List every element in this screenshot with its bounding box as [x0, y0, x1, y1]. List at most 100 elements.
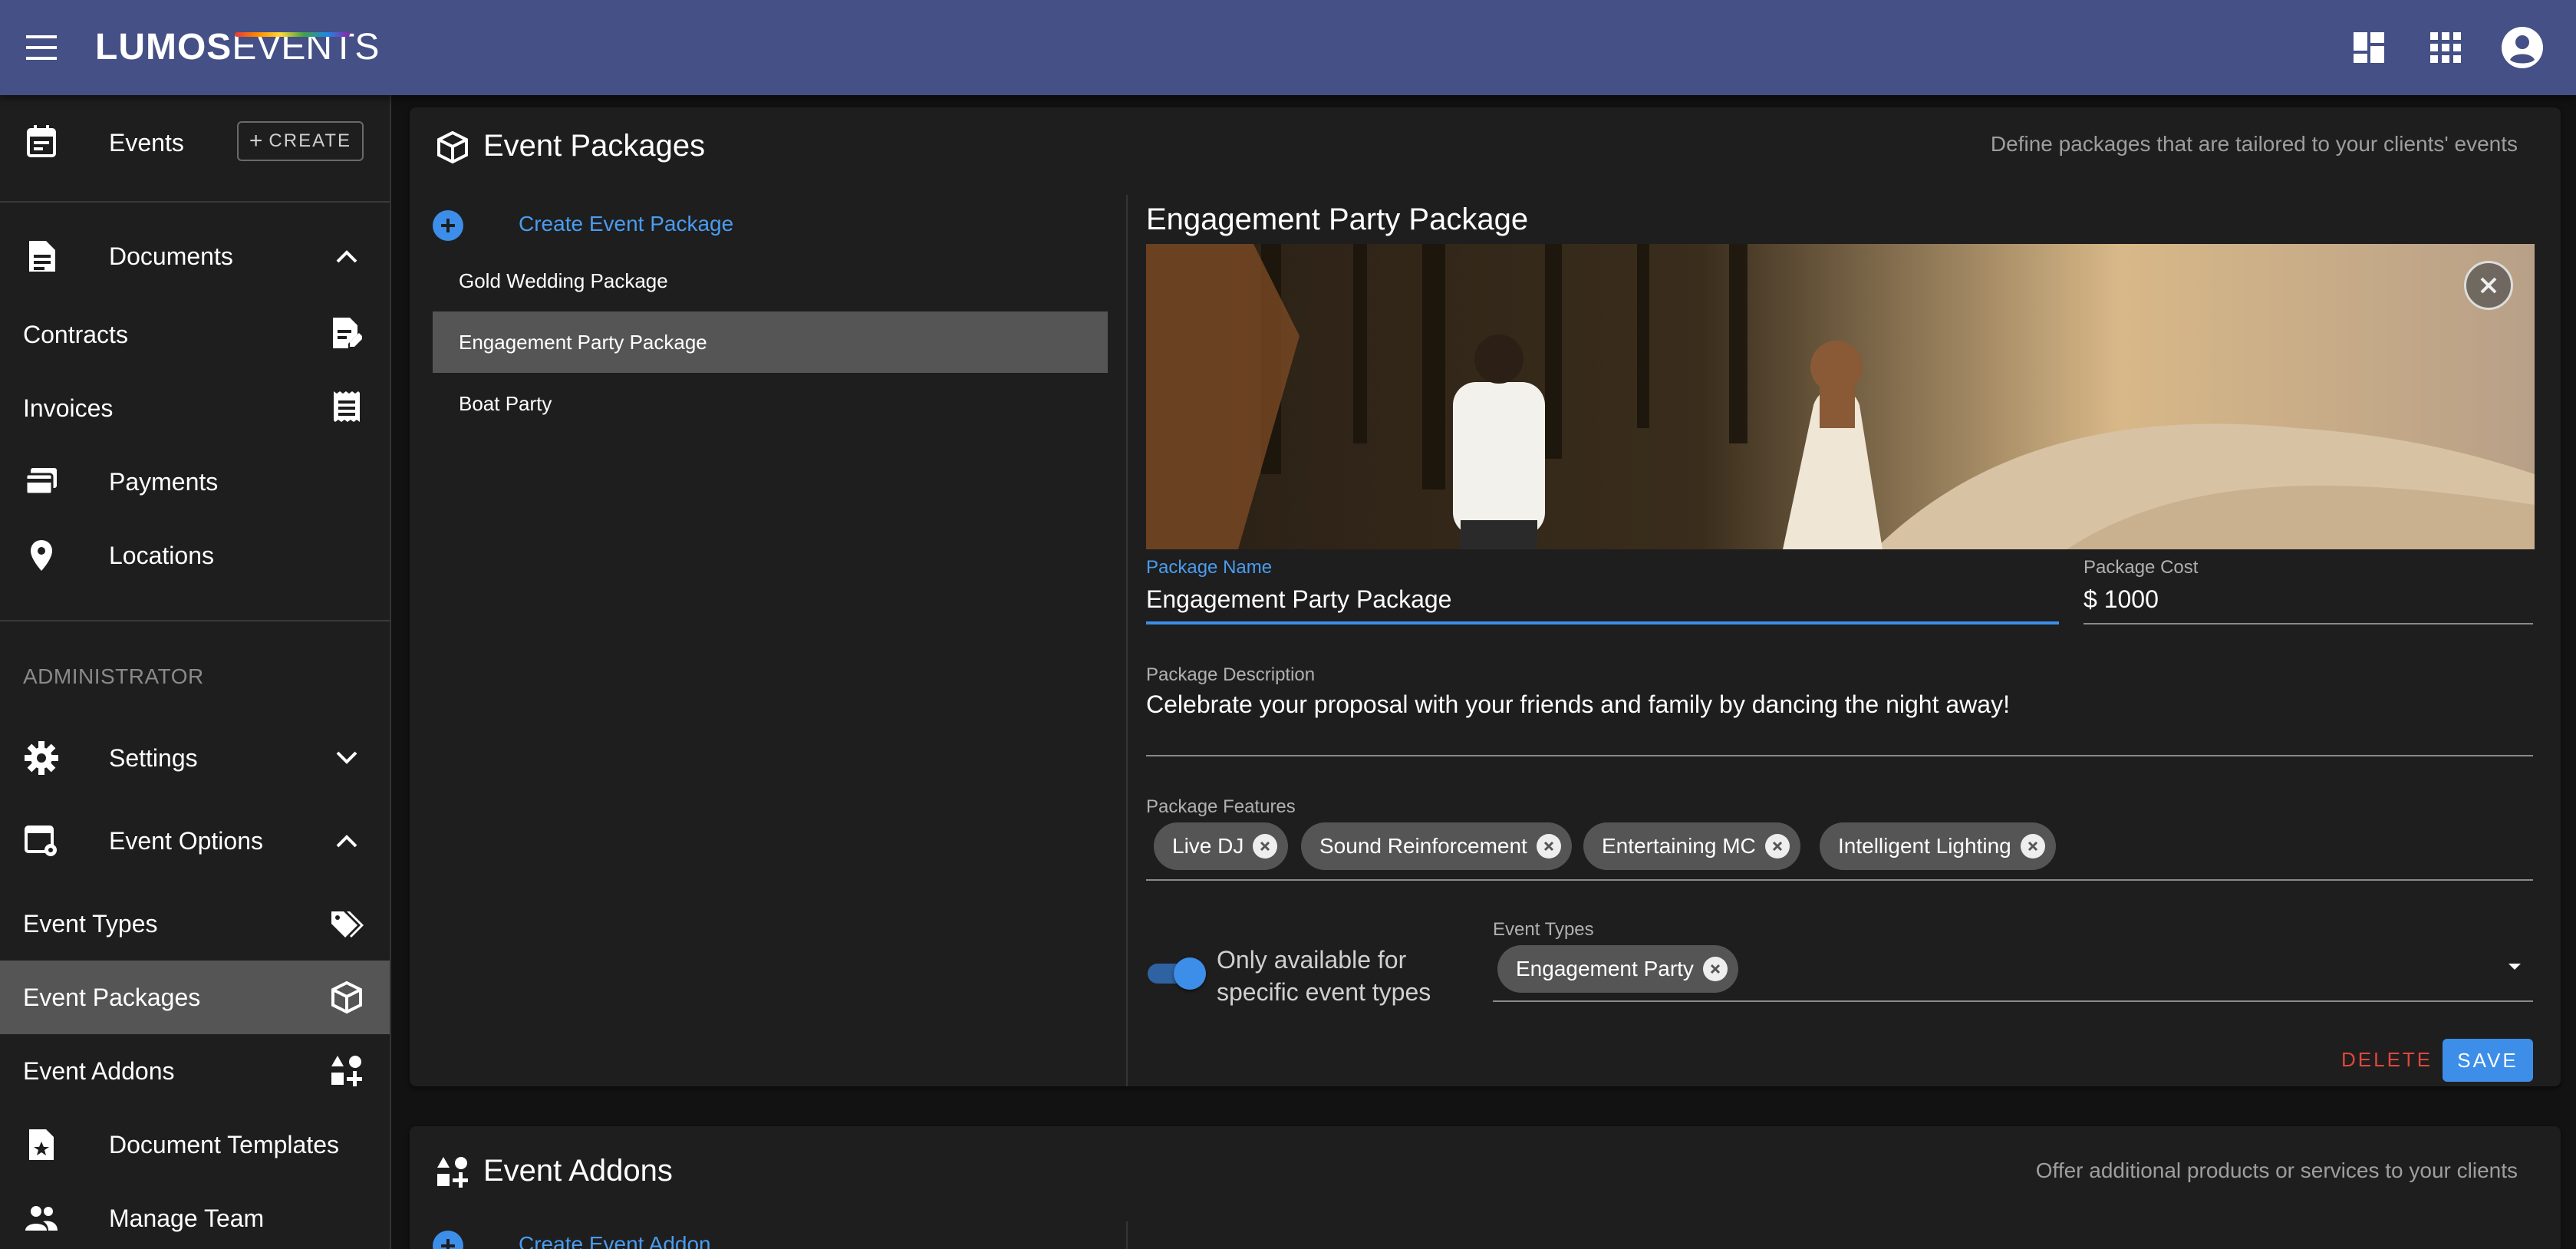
- sidebar-item-event-addons[interactable]: Event Addons: [0, 1034, 390, 1108]
- logo-bold-text: LUMOS: [95, 27, 232, 68]
- sidebar-item-contracts[interactable]: Contracts: [0, 298, 390, 371]
- sidebar-item-manage-team[interactable]: Manage Team: [0, 1181, 390, 1249]
- delete-button[interactable]: DELETE: [2341, 1048, 2433, 1072]
- sidebar-item-invoices[interactable]: Invoices: [0, 371, 390, 445]
- feature-chip-label: Entertaining MC: [1602, 834, 1756, 858]
- vertical-divider: [1126, 1221, 1128, 1249]
- contract-edit-icon: [330, 316, 364, 350]
- package-list-item[interactable]: Engagement Party Package: [433, 311, 1108, 373]
- sidebar-item-event-packages[interactable]: Event Packages: [0, 961, 390, 1034]
- logo-rainbow: [235, 32, 351, 37]
- tags-icon: [330, 907, 364, 941]
- save-button[interactable]: SAVE: [2443, 1039, 2533, 1082]
- package-features-underline: [1146, 879, 2533, 881]
- vertical-divider: [1126, 195, 1128, 1086]
- sidebar-item-label: Contracts: [23, 321, 128, 348]
- sidebar-item-event-options[interactable]: Event Options: [0, 804, 390, 878]
- addons-shapes-icon: [330, 1054, 364, 1088]
- package-name-input[interactable]: [1146, 582, 2059, 617]
- package-cover-image: [1146, 244, 2535, 549]
- document-icon: [25, 239, 58, 273]
- plus-icon: +: [249, 128, 265, 153]
- chevron-down-icon: [330, 741, 364, 775]
- package-cube-icon: [330, 980, 364, 1014]
- event-type-chip: Engagement Party: [1497, 945, 1738, 993]
- sidebar-item-payments[interactable]: Payments: [0, 445, 390, 519]
- package-cost-underline: [2084, 623, 2533, 624]
- add-circle-icon: [433, 1231, 463, 1249]
- sidebar-item-documents[interactable]: Documents: [0, 224, 390, 288]
- package-cube-icon: [434, 129, 471, 166]
- sidebar-item-label: Event Addons: [23, 1057, 175, 1085]
- sidebar-item-label: Events: [109, 129, 184, 157]
- app-logo[interactable]: LUMOS EVENTS: [95, 26, 379, 69]
- package-detail-title: Engagement Party Package: [1146, 203, 1529, 236]
- add-circle-icon: [433, 210, 463, 241]
- package-description-input[interactable]: Celebrate your proposal with your friend…: [1146, 690, 2533, 760]
- event-types-label: Event Types: [1493, 919, 1594, 940]
- sidebar-divider: [0, 620, 390, 621]
- document-star-icon: [25, 1128, 58, 1162]
- location-pin-icon: [25, 539, 58, 572]
- feature-chip: Entertaining MC: [1583, 822, 1800, 870]
- sidebar-item-label: Manage Team: [109, 1205, 265, 1232]
- sidebar-item-label: Locations: [109, 542, 214, 569]
- chevron-up-icon: [330, 239, 364, 273]
- create-event-button[interactable]: + CREATE: [236, 121, 364, 161]
- event-packages-title: Event Packages: [483, 129, 706, 163]
- feature-chip-label: Intelligent Lighting: [1838, 834, 2011, 858]
- package-list-item[interactable]: Gold Wedding Package: [433, 250, 1108, 311]
- create-event-addon-label: Create Event Addon: [519, 1232, 711, 1249]
- apps-grid-icon[interactable]: [2423, 25, 2469, 71]
- dashboard-icon[interactable]: [2346, 25, 2392, 71]
- sidebar-item-label: Documents: [109, 242, 233, 270]
- remove-chip-icon[interactable]: [1764, 834, 1790, 858]
- feature-chip: Live DJ: [1154, 822, 1289, 870]
- sidebar-item-events[interactable]: Events + CREATE: [0, 95, 390, 199]
- gear-icon: [25, 741, 58, 775]
- package-cost-input[interactable]: [2084, 582, 2533, 617]
- create-event-package-label: Create Event Package: [519, 212, 734, 236]
- administrator-section-header: ADMINISTRATOR: [23, 664, 204, 688]
- toggle-thumb: [1174, 957, 1206, 990]
- sidebar-divider: [0, 201, 390, 203]
- remove-chip-icon[interactable]: [1702, 957, 1728, 981]
- sidebar-item-label: Event Packages: [23, 984, 201, 1011]
- payment-card-icon: [25, 465, 58, 499]
- sidebar-item-label: Settings: [109, 744, 198, 772]
- sidebar-item-event-types[interactable]: Event Types: [0, 887, 390, 961]
- event-addons-subtitle: Offer additional products or services to…: [2035, 1158, 2518, 1182]
- sidebar-item-locations[interactable]: Locations: [0, 519, 390, 592]
- create-event-package-button[interactable]: Create Event Package: [433, 210, 733, 241]
- remove-chip-icon[interactable]: [1253, 834, 1278, 858]
- feature-chip-label: Live DJ: [1172, 834, 1244, 858]
- remove-image-button[interactable]: [2464, 261, 2513, 310]
- sidebar-item-label: Payments: [109, 468, 219, 496]
- feature-chip: Intelligent Lighting: [1820, 822, 2056, 870]
- event-addons-card: Event Addons Offer additional products o…: [410, 1126, 2561, 1249]
- package-description-underline: [1146, 755, 2533, 756]
- package-features-label: Package Features: [1146, 796, 1296, 817]
- receipt-icon: [330, 390, 364, 423]
- event-options-icon: [25, 824, 58, 858]
- package-list-item[interactable]: Boat Party: [433, 373, 1108, 434]
- sidebar-item-document-templates[interactable]: Document Templates: [0, 1108, 390, 1181]
- remove-chip-icon[interactable]: [1536, 834, 1561, 858]
- menu-icon[interactable]: [23, 31, 60, 64]
- remove-chip-icon[interactable]: [2020, 834, 2045, 858]
- dropdown-arrow-icon[interactable]: [2504, 956, 2525, 977]
- specific-event-types-label: Only available for specific event types: [1217, 946, 1431, 1006]
- people-icon: [25, 1201, 58, 1235]
- event-type-chip-label: Engagement Party: [1516, 957, 1694, 980]
- event-packages-subtitle: Define packages that are tailored to you…: [1990, 132, 2518, 156]
- specific-event-types-toggle[interactable]: [1148, 956, 1206, 990]
- close-icon: [2480, 277, 2497, 294]
- account-circle-icon[interactable]: [2499, 25, 2545, 71]
- package-description-label: Package Description: [1146, 664, 1316, 685]
- package-name-underline: [1146, 621, 2059, 624]
- logo-light-text: EVENTS: [232, 26, 379, 69]
- feature-chip-label: Sound Reinforcement: [1319, 834, 1527, 858]
- sidebar-item-settings[interactable]: Settings: [0, 721, 390, 795]
- create-event-addon-button[interactable]: Create Event Addon: [433, 1231, 711, 1249]
- sidebar-item-label: Event Options: [109, 827, 263, 855]
